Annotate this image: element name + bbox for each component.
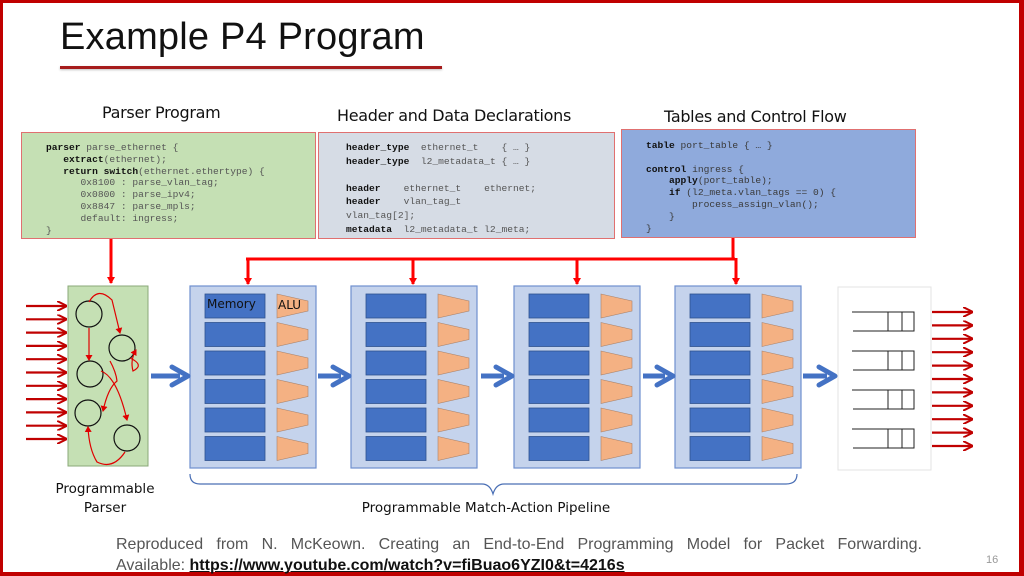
code-to-hardware-connectors xyxy=(107,238,740,285)
match-action-stage xyxy=(674,285,802,469)
memory-table-block xyxy=(528,322,590,347)
memory-table-block xyxy=(365,436,427,461)
match-action-stage xyxy=(513,285,641,469)
memory-table-block xyxy=(365,293,427,319)
parser-label-line1: Programmable xyxy=(55,481,155,497)
memory-table-block xyxy=(528,379,590,404)
memory-table-block xyxy=(365,350,427,376)
queues-box xyxy=(837,286,932,471)
page-number: 16 xyxy=(986,554,999,566)
programmable-parser-block xyxy=(67,285,149,467)
parser-label-line2: Parser xyxy=(83,500,127,516)
memory-table-block xyxy=(689,293,751,319)
memory-table-block xyxy=(689,322,751,347)
memory-table-block xyxy=(689,379,751,404)
memory-table-block xyxy=(204,379,266,404)
memory-table-block xyxy=(528,407,590,433)
memory-table-block xyxy=(689,407,751,433)
memory-table-block xyxy=(528,350,590,376)
output-queues-block xyxy=(837,286,932,471)
input-packet-arrows xyxy=(26,306,66,439)
pipeline-brace xyxy=(189,473,798,497)
output-packet-arrows xyxy=(932,312,972,446)
memory-table-block xyxy=(204,436,266,461)
pipeline-label: Programmable Match-Action Pipeline xyxy=(361,500,611,516)
memory-table-block xyxy=(689,436,751,461)
memory-table-block xyxy=(365,322,427,347)
memory-table-block xyxy=(528,436,590,461)
memory-table-block xyxy=(204,350,266,376)
memory-table-block xyxy=(365,379,427,404)
alu-label: ALU xyxy=(278,298,302,312)
memory-table-block xyxy=(528,293,590,319)
memory-label: Memory xyxy=(207,297,256,311)
memory-table-block xyxy=(204,407,266,433)
citation-text: Reproduced from N. McKeown. Creating an … xyxy=(116,536,922,553)
available-prefix: Available: xyxy=(116,557,190,574)
memory-table-block xyxy=(204,322,266,347)
citation-available: Available: https://www.youtube.com/watch… xyxy=(116,555,625,576)
memory-table-block xyxy=(689,350,751,376)
match-action-stage xyxy=(189,285,317,469)
source-link[interactable]: https://www.youtube.com/watch?v=fiBuao6Y… xyxy=(190,557,625,574)
match-action-stage xyxy=(350,285,478,469)
memory-table-block xyxy=(365,407,427,433)
programmable-parser-label: Programmable Parser xyxy=(40,481,170,516)
